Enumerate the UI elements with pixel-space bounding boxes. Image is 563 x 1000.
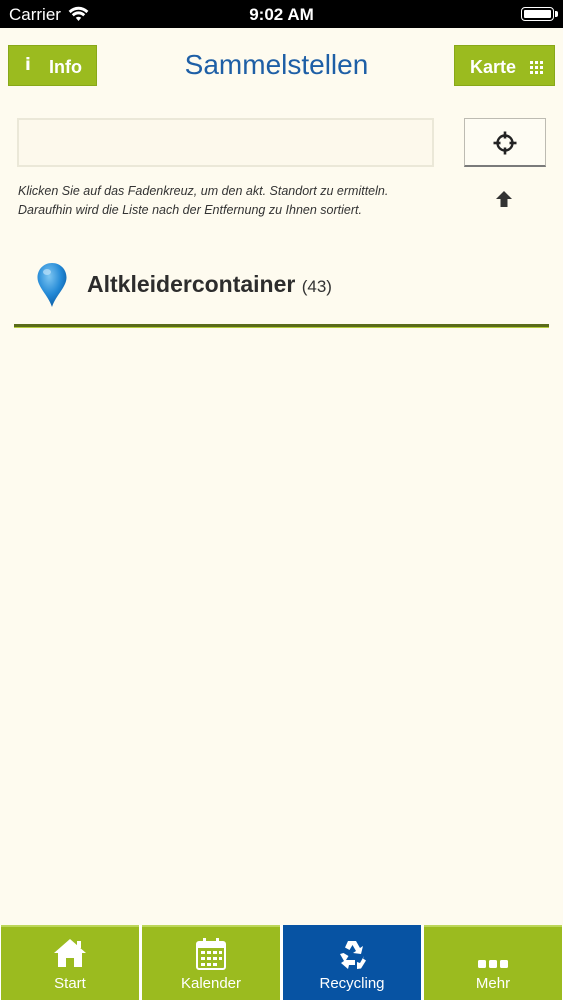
tab-mehr[interactable]: Mehr — [424, 925, 562, 1000]
list-item-name: Altkleidercontainer — [87, 271, 296, 297]
tab-kalender-label: Kalender — [180, 975, 242, 992]
locate-button[interactable] — [464, 118, 546, 167]
more-icon — [478, 960, 508, 968]
map-pin-icon — [37, 263, 67, 307]
list-item-count: (43) — [301, 277, 332, 296]
hint-line-1: Klicken Sie auf das Fadenkreuz, um den a… — [18, 184, 389, 198]
clock: 9:02 AM — [249, 5, 314, 24]
grid-icon — [530, 61, 543, 74]
info-button-label: Info — [49, 57, 82, 77]
search-input[interactable] — [17, 118, 434, 167]
page-title: Sammelstellen — [184, 49, 369, 80]
tab-start[interactable]: Start — [1, 925, 139, 1000]
tab-recycling-label: Recycling — [319, 975, 385, 992]
tab-start-label: Start — [54, 975, 86, 992]
tab-recycling[interactable]: Recycling — [283, 925, 421, 1000]
list-item-title: Altkleidercontainer (43) — [87, 271, 332, 298]
home-icon — [54, 939, 86, 967]
tab-bar: Start Kalender Recycling Mehr — [0, 925, 563, 1000]
tab-kalender[interactable]: Kalender — [142, 925, 280, 1000]
list-item[interactable]: Altkleidercontainer (43) — [14, 252, 549, 327]
calendar-icon — [196, 938, 226, 970]
crosshair-icon — [493, 131, 517, 155]
status-bar: Carrier 9:02 AM — [0, 0, 563, 28]
battery-icon — [521, 7, 558, 21]
info-button[interactable]: i Info — [8, 45, 97, 86]
tab-mehr-label: Mehr — [475, 975, 511, 992]
recycling-icon — [340, 941, 366, 969]
map-button[interactable]: Karte — [454, 45, 555, 86]
info-icon: i — [25, 55, 31, 75]
hint-line-2: Daraufhin wird die Liste nach der Entfer… — [18, 203, 362, 217]
map-button-label: Karte — [470, 57, 517, 77]
location-hint: Klicken Sie auf das Fadenkreuz, um den a… — [18, 182, 438, 220]
arrow-up-icon — [496, 191, 512, 207]
